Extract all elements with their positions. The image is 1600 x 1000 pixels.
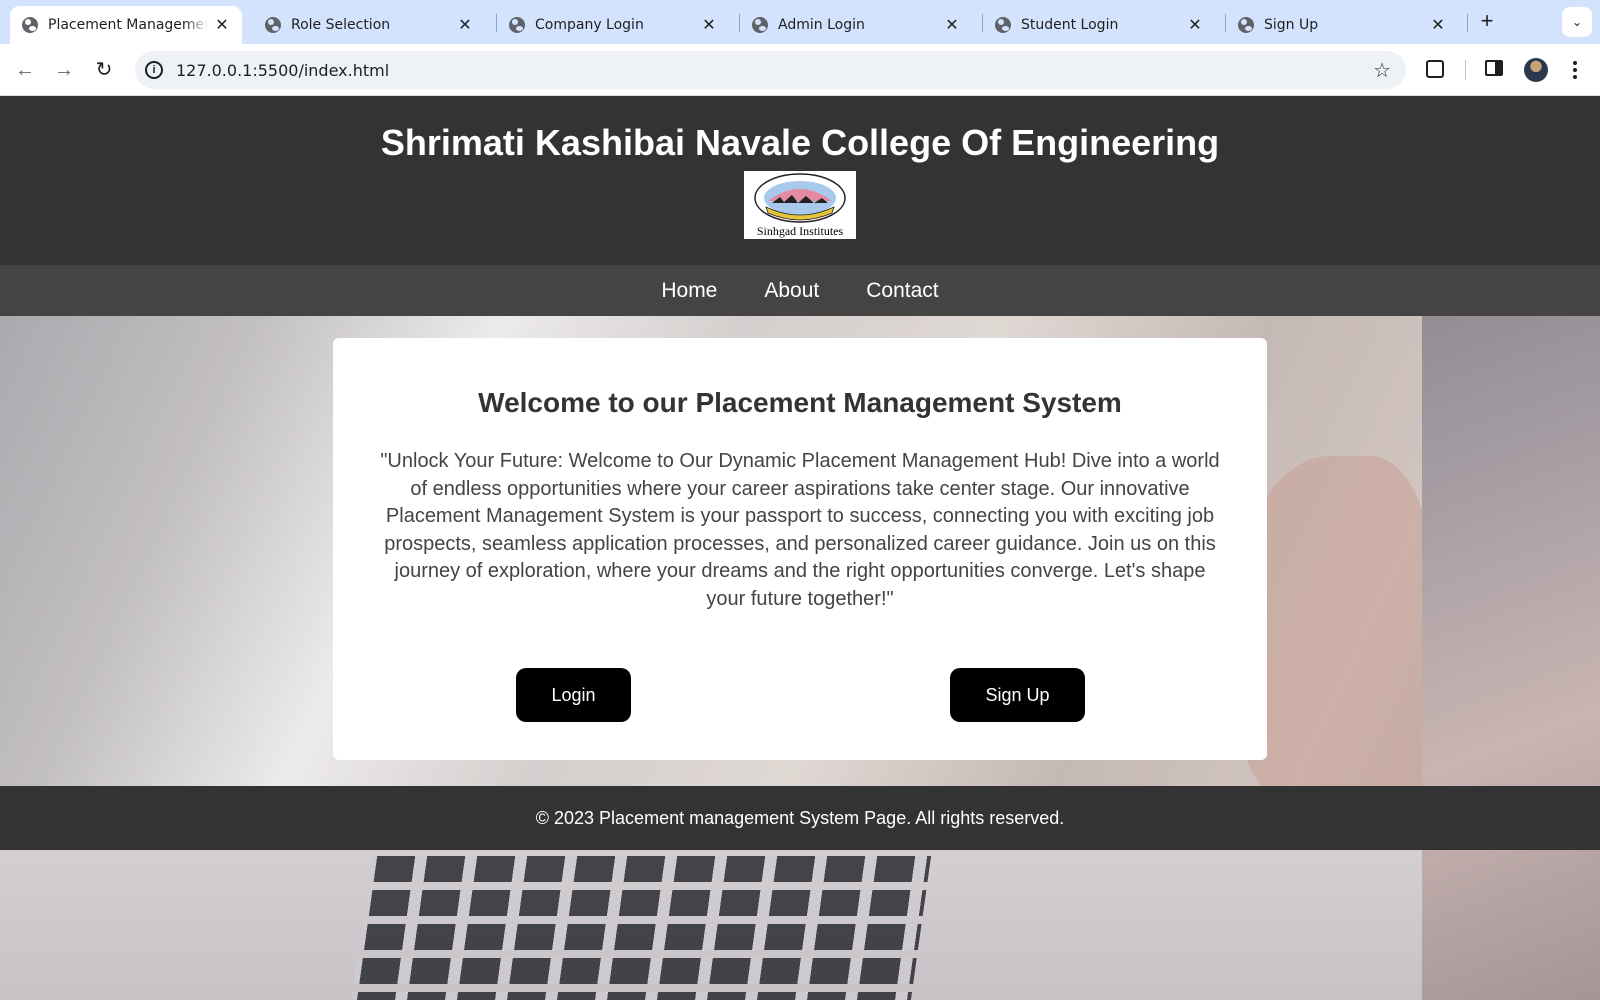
web-page: Shrimati Kashibai Navale College Of Engi… [0, 96, 1600, 1000]
browser-toolbar: ← → ↻ i 127.0.0.1:5500/index.html ☆ [0, 44, 1600, 96]
welcome-heading: Welcome to our Placement Management Syst… [478, 387, 1122, 418]
tab-title: Admin Login [778, 17, 865, 33]
back-arrow-icon[interactable]: ← [12, 57, 38, 83]
site-title: Shrimati Kashibai Navale College Of Engi… [380, 122, 1220, 163]
tab-title: Role Selection [291, 17, 391, 33]
logo-caption: Sinhgad Institutes [757, 224, 844, 238]
more-menu-icon[interactable] [1568, 57, 1582, 83]
toolbar-divider [1465, 60, 1466, 80]
reload-icon[interactable]: ↻ [91, 57, 117, 83]
college-logo: Sinhgad Institutes [744, 171, 856, 239]
welcome-card: Welcome to our Placement Management Syst… [333, 338, 1267, 760]
tab-search-chevron-icon[interactable]: ⌄ [1562, 7, 1592, 37]
tab-role-selection[interactable]: Role Selection ✕ [253, 6, 485, 44]
tab-title: Sign Up [1264, 17, 1319, 33]
side-panel-icon[interactable] [1485, 60, 1503, 76]
tab-student-login[interactable]: Student Login ✕ [983, 6, 1215, 44]
extensions-puzzle-icon[interactable] [1426, 60, 1444, 78]
background-keyboard [348, 856, 932, 1000]
tab-company-login[interactable]: Company Login ✕ [497, 6, 729, 44]
site-header: Shrimati Kashibai Navale College Of Engi… [0, 96, 1600, 265]
forward-arrow-icon[interactable]: → [51, 57, 77, 83]
login-button[interactable]: Login [516, 668, 631, 722]
tab-sign-up[interactable]: Sign Up ✕ [1226, 6, 1458, 44]
nav-about[interactable]: About [764, 279, 819, 303]
site-footer: © 2023 Placement management System Page.… [0, 786, 1600, 850]
browser-tab-bar: Placement Management S ✕ Role Selection … [0, 0, 1600, 44]
close-icon[interactable]: ✕ [1430, 17, 1446, 33]
close-icon[interactable]: ✕ [1187, 17, 1203, 33]
tab-title: Student Login [1021, 17, 1119, 33]
globe-icon [995, 17, 1011, 33]
close-icon[interactable]: ✕ [214, 17, 230, 33]
globe-icon [265, 17, 281, 33]
tab-title: Placement Management S [48, 17, 208, 33]
tab-separator [1467, 14, 1468, 32]
sinhgad-logo-seal: Sinhgad Institutes [754, 173, 846, 238]
bookmark-star-icon[interactable]: ☆ [1373, 58, 1391, 83]
globe-icon [509, 17, 525, 33]
tab-placement-management[interactable]: Placement Management S ✕ [10, 6, 242, 44]
tab-title: Company Login [535, 17, 644, 33]
close-icon[interactable]: ✕ [457, 17, 473, 33]
globe-icon [1238, 17, 1254, 33]
tab-admin-login[interactable]: Admin Login ✕ [740, 6, 972, 44]
welcome-text: "Unlock Your Future: Welcome to Our Dyna… [380, 450, 1220, 610]
url-text[interactable]: 127.0.0.1:5500/index.html [176, 61, 389, 80]
globe-icon [22, 17, 38, 33]
globe-icon [752, 17, 768, 33]
signup-button[interactable]: Sign Up [950, 668, 1085, 722]
profile-avatar[interactable] [1524, 58, 1548, 82]
site-info-icon[interactable]: i [145, 61, 163, 79]
main-nav: Home About Contact [0, 265, 1600, 316]
new-tab-plus-icon[interactable]: + [1475, 10, 1499, 34]
nav-home[interactable]: Home [661, 279, 717, 303]
close-icon[interactable]: ✕ [944, 17, 960, 33]
address-bar[interactable]: i 127.0.0.1:5500/index.html ☆ [135, 51, 1406, 89]
nav-contact[interactable]: Contact [866, 279, 938, 303]
close-icon[interactable]: ✕ [701, 17, 717, 33]
